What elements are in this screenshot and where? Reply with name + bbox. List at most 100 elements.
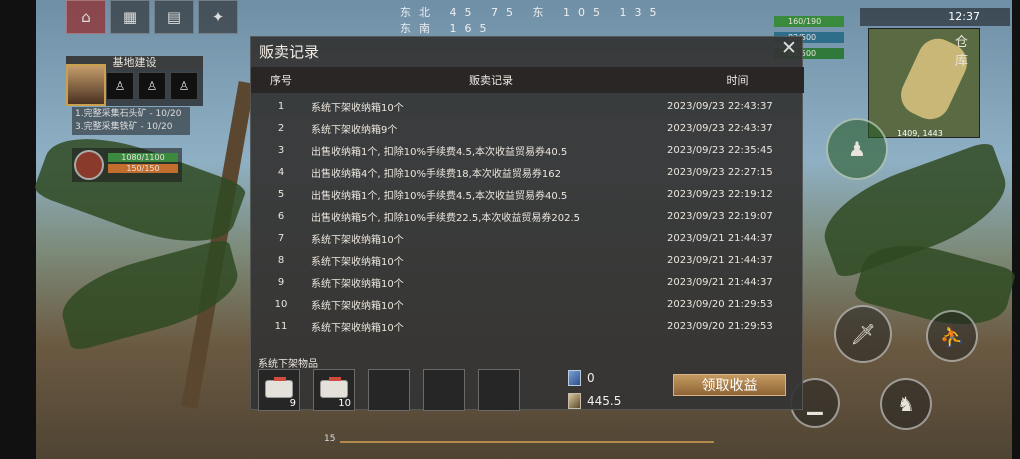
row-record: 系统下架收纳箱9个: [311, 124, 398, 136]
hp-bar: 1080/1100: [108, 153, 178, 162]
top-menu-bar: ⌂ ▦ ▤ ✦: [66, 0, 256, 36]
column-header-no: 序号: [270, 74, 292, 87]
column-header-record: 贩卖记录: [469, 74, 513, 87]
screen-edge-left: [0, 0, 36, 459]
jump-icon[interactable]: ⛹: [926, 310, 978, 362]
row-record: 出售收纳箱1个, 扣除10%手续费4.5,本次收益贸易券40.5: [311, 190, 568, 202]
row-record: 系统下架收纳箱10个: [311, 234, 404, 246]
item-slot[interactable]: [368, 369, 410, 411]
row-time: 2023/09/20 21:29:53: [667, 320, 773, 332]
row-record: 出售收纳箱4个, 扣除10%手续费18,本次收益贸易券162: [311, 168, 561, 180]
table-row[interactable]: 2 系统下架收纳箱9个 2023/09/23 22:43:37: [251, 117, 804, 139]
map-label: 仓库: [955, 35, 969, 69]
worker-icon[interactable]: ♙: [170, 72, 198, 100]
item-count: 9: [289, 398, 296, 409]
table-row[interactable]: 4 出售收纳箱4个, 扣除10%手续费18,本次收益贸易券162 2023/09/2…: [251, 161, 804, 183]
row-time: 2023/09/23 22:43:37: [667, 100, 773, 112]
table-row[interactable]: 1 系统下架收纳箱10个 2023/09/23 22:43:37: [251, 95, 804, 117]
row-number: 9: [277, 276, 285, 288]
item-slot[interactable]: [423, 369, 465, 411]
claim-earnings-button[interactable]: 领取收益: [673, 374, 786, 396]
dialog-title: 贩卖记录: [259, 43, 320, 61]
sales-record-dialog: 贩卖记录 ✕ 序号 贩卖记录 时间 1 系统下架收纳箱10个 2023/09/23 …: [250, 36, 804, 411]
row-time: 2023/09/21 21:44:37: [667, 232, 773, 244]
row-number: 7: [277, 232, 285, 244]
row-record: 出售收纳箱5个, 扣除10%手续费22.5,本次收益贸易券202.5: [311, 212, 581, 224]
event-icon[interactable]: ✦: [198, 0, 238, 34]
worker-icon[interactable]: ♙: [106, 72, 134, 100]
table-row[interactable]: 10 系统下架收纳箱10个 2023/09/20 21:29:53: [251, 293, 804, 315]
book-icon[interactable]: ▤: [154, 0, 194, 34]
knife-attack-icon[interactable]: 🗡: [834, 305, 892, 363]
table-header: 序号 贩卖记录 时间: [251, 67, 804, 93]
health-stat: 160/190: [774, 16, 844, 27]
row-number: 8: [277, 254, 285, 266]
row-record: 出售收纳箱1个, 扣除10%手续费4.5,本次收益贸易券40.5: [311, 146, 568, 158]
row-number: 10: [274, 298, 288, 310]
table-row[interactable]: 5 出售收纳箱1个, 扣除10%手续费4.5,本次收益贸易券40.5 2023/09…: [251, 183, 804, 205]
row-time: 2023/09/23 22:27:15: [667, 166, 773, 178]
clock: 12:37: [860, 8, 1010, 26]
row-record: 系统下架收纳箱10个: [311, 256, 404, 268]
row-number: 5: [277, 188, 285, 200]
table-row[interactable]: 6 出售收纳箱5个, 扣除10%手续费22.5,本次收益贸易券202.5 2023/…: [251, 205, 804, 227]
close-icon[interactable]: ✕: [778, 37, 800, 59]
row-record: 系统下架收纳箱10个: [311, 102, 404, 114]
row-time: 2023/09/23 22:19:12: [667, 188, 773, 200]
row-time: 2023/09/21 21:44:37: [667, 254, 773, 266]
table-row[interactable]: 9 系统下架收纳箱10个 2023/09/21 21:44:37: [251, 271, 804, 293]
storage-box-icon: [265, 377, 293, 398]
row-time: 2023/09/23 22:43:37: [667, 122, 773, 134]
item-count: 10: [338, 398, 351, 409]
task-item: 3.完整采集铁矿 - 10/20: [75, 122, 173, 132]
row-time: 2023/09/20 21:29:53: [667, 298, 773, 310]
table-row[interactable]: 7 系统下架收纳箱10个 2023/09/21 21:44:37: [251, 227, 804, 249]
row-number: 3: [277, 144, 285, 156]
crouch-icon[interactable]: ♞: [880, 378, 932, 430]
table-row[interactable]: 3 出售收纳箱1个, 扣除10%手续费4.5,本次收益贸易券40.5 2023/09…: [251, 139, 804, 161]
card-currency-icon: [568, 370, 581, 386]
item-slot[interactable]: 9: [258, 369, 300, 411]
task-list[interactable]: 1.完整采集石头矿 - 10/20 3.完整采集铁矿 - 10/20: [72, 107, 190, 135]
shop-icon[interactable]: ▦: [110, 0, 150, 34]
table-row[interactable]: 11 系统下架收纳箱10个 2023/09/20 21:29:53: [251, 315, 804, 337]
experience-bar: [340, 441, 714, 443]
row-record: 系统下架收纳箱10个: [311, 300, 404, 312]
row-number: 2: [277, 122, 285, 134]
column-header-time: 时间: [726, 74, 749, 87]
row-time: 2023/09/23 22:35:45: [667, 144, 773, 156]
row-number: 1: [277, 100, 285, 112]
delisted-items-label: 系统下架物品: [258, 359, 318, 370]
home-icon[interactable]: ⌂: [66, 0, 106, 34]
vehicle-icon: [74, 150, 104, 180]
map-coordinates: 1409, 1443: [897, 129, 943, 138]
currency-row-1: 0: [568, 370, 595, 386]
trade-voucher-icon: [568, 393, 581, 409]
currency-row-2: 445.5: [568, 393, 621, 409]
screen-edge-right: [1012, 0, 1020, 459]
row-number: 11: [274, 320, 288, 332]
palm-leaves: [54, 237, 246, 353]
compass-bar: 东北 45 75 东 105 135 东南 165: [400, 6, 665, 35]
item-slot[interactable]: [478, 369, 520, 411]
storage-box-icon: [320, 377, 348, 398]
row-record: 系统下架收纳箱10个: [311, 278, 404, 290]
vehicle-status-card[interactable]: 1080/1100 150/150: [72, 148, 182, 182]
row-time: 2023/09/23 22:19:07: [667, 210, 773, 222]
table-row[interactable]: 8 系统下架收纳箱10个 2023/09/21 21:44:37: [251, 249, 804, 271]
row-time: 2023/09/21 21:44:37: [667, 276, 773, 288]
row-record: 系统下架收纳箱10个: [311, 322, 404, 334]
record-list[interactable]: 1 系统下架收纳箱10个 2023/09/23 22:43:37 2 系统下架收纳箱9个…: [251, 95, 804, 347]
worker-icon[interactable]: ♙: [138, 72, 166, 100]
currency-value-1: 0: [587, 371, 595, 385]
bottom-counter: 15: [324, 434, 336, 444]
row-number: 6: [277, 210, 285, 222]
item-slot[interactable]: 10: [313, 369, 355, 411]
avatar[interactable]: [66, 64, 106, 106]
task-item: 1.完整采集石头矿 - 10/20: [75, 109, 182, 119]
currency-value-2: 445.5: [587, 394, 622, 408]
minimap[interactable]: 仓库 1409, 1443: [868, 28, 980, 138]
row-number: 4: [277, 166, 285, 178]
character-skill-icon[interactable]: ♟: [826, 118, 888, 180]
fuel-bar: 150/150: [108, 164, 178, 173]
